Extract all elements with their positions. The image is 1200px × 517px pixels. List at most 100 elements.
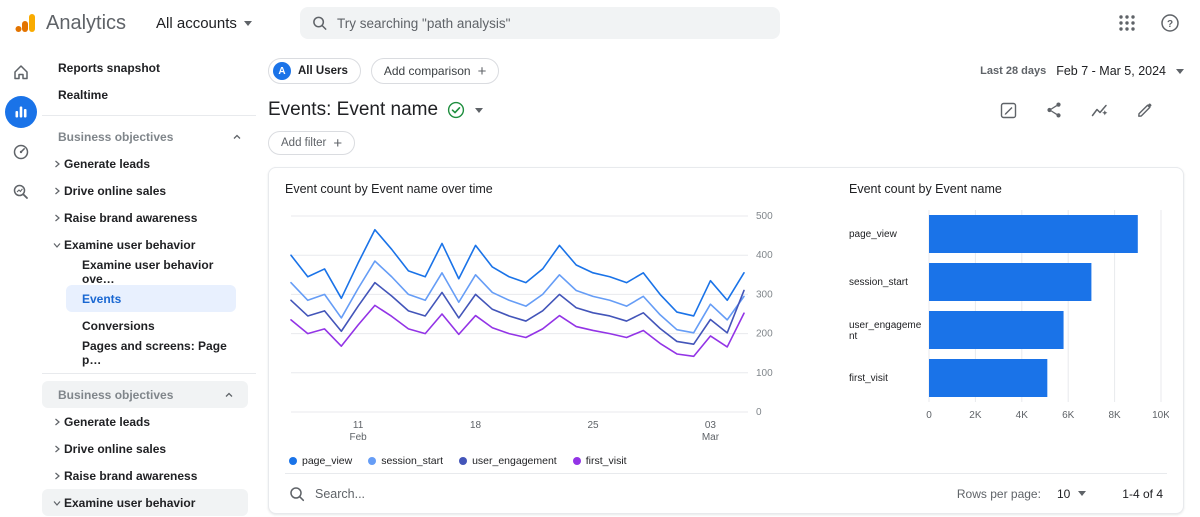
page-title[interactable]: Events: Event name <box>268 99 438 121</box>
chevron-down-icon <box>1176 68 1184 74</box>
svg-text:4K: 4K <box>1016 410 1029 421</box>
legend-dot-icon <box>289 457 297 465</box>
sidebar-item-realtime[interactable]: Realtime <box>42 81 256 108</box>
chevron-right-icon <box>49 472 64 480</box>
global-search[interactable] <box>299 7 780 39</box>
svg-text:400: 400 <box>756 250 773 261</box>
sidebar-item-examine-user-behavior-overview[interactable]: Examine user behavior ove… <box>66 258 236 286</box>
reports-sidebar: Reports snapshot Realtime Business objec… <box>42 46 256 517</box>
add-comparison-button[interactable]: Add comparison + <box>370 58 500 84</box>
divider <box>42 115 256 116</box>
svg-text:session_start: session_start <box>849 277 908 288</box>
edit-icon[interactable] <box>1136 101 1154 119</box>
chevron-down-icon <box>49 499 64 507</box>
pagination-range: 1-4 of 4 <box>1122 486 1163 501</box>
main-content: A All Users Add comparison + Last 28 day… <box>256 46 1200 517</box>
global-search-input[interactable] <box>337 15 768 31</box>
svg-text:300: 300 <box>756 289 773 300</box>
chevron-down-icon <box>243 20 252 26</box>
sidebar-section-business-objectives[interactable]: Business objectives <box>42 123 256 150</box>
line-chart: 0 100 200 300 400 500 11Feb 18 25 03Mar <box>290 211 773 443</box>
sidebar-item-reports-snapshot[interactable]: Reports snapshot <box>42 54 256 81</box>
chevron-down-icon <box>49 241 64 249</box>
plus-icon: + <box>333 134 343 152</box>
svg-text:8K: 8K <box>1108 410 1121 421</box>
sidebar-section-business-objectives-2[interactable]: Business objectives <box>42 381 248 408</box>
chevron-right-icon <box>49 160 64 168</box>
chevron-down-icon <box>1078 491 1087 496</box>
svg-text:2K: 2K <box>969 410 982 421</box>
sidebar-item-conversions[interactable]: Conversions <box>66 312 236 339</box>
apps-grid-icon[interactable] <box>1118 14 1136 32</box>
table-search[interactable] <box>289 486 957 502</box>
svg-text:page_view: page_view <box>849 229 898 240</box>
help-icon[interactable]: ? <box>1160 13 1180 33</box>
advertising-icon[interactable] <box>5 136 37 168</box>
legend-dot-icon <box>459 457 468 465</box>
line-chart-title: Event count by Event name over time <box>285 182 493 196</box>
sidebar-item-pages-and-screens[interactable]: Pages and screens: Page p… <box>66 339 236 367</box>
chevron-up-icon <box>225 392 233 397</box>
svg-text:user_engagement: user_engageme nt <box>849 320 922 342</box>
sidebar-item-events[interactable]: Events <box>66 285 236 312</box>
account-selector[interactable]: All accounts <box>156 15 252 32</box>
line-chart-legend: page_view session_start user_engagement fir… <box>285 455 825 467</box>
legend-item: user_engagement <box>459 455 557 467</box>
svg-text:10K: 10K <box>1152 410 1169 421</box>
segment-chip-all-users[interactable]: A All Users <box>268 58 361 84</box>
divider <box>42 373 256 374</box>
svg-text:Mar: Mar <box>702 432 720 443</box>
segment-avatar: A <box>273 62 291 80</box>
legend-dot-icon <box>368 457 377 465</box>
svg-text:0: 0 <box>926 410 932 421</box>
svg-text:25: 25 <box>587 420 599 431</box>
brand-title: Analytics <box>46 11 127 34</box>
sidebar-item-generate-leads[interactable]: Generate leads <box>42 150 256 177</box>
reports-icon[interactable] <box>5 96 37 128</box>
chevron-up-icon <box>233 134 241 139</box>
svg-text:Feb: Feb <box>349 432 367 443</box>
svg-text:03: 03 <box>705 420 717 431</box>
svg-text:18: 18 <box>470 420 482 431</box>
rows-per-page-select[interactable]: 10 <box>1057 487 1087 501</box>
svg-text:500: 500 <box>756 211 773 222</box>
svg-text:first_visit: first_visit <box>849 373 888 384</box>
legend-dot-icon <box>572 457 581 465</box>
check-circle-icon <box>447 101 465 119</box>
svg-text:0: 0 <box>756 407 762 418</box>
nav-rail <box>0 46 42 517</box>
table-toolbar: Rows per page: 10 1-4 of 4 <box>285 473 1167 513</box>
bar-chart-title: Event count by Event name <box>849 182 1002 196</box>
home-icon[interactable] <box>5 56 37 88</box>
chevron-right-icon <box>49 214 64 222</box>
search-icon <box>290 486 305 501</box>
date-range-selector[interactable]: Last 28 days Feb 7 - Mar 5, 2024 <box>980 64 1184 78</box>
sidebar-item-generate-leads-2[interactable]: Generate leads <box>42 408 256 435</box>
add-filter-button[interactable]: Add filter + <box>268 131 356 155</box>
share-icon[interactable] <box>1045 101 1063 119</box>
legend-item: page_view <box>289 455 352 467</box>
sidebar-item-raise-brand-awareness-2[interactable]: Raise brand awareness <box>42 462 256 489</box>
sidebar-item-drive-online-sales-2[interactable]: Drive online sales <box>42 435 256 462</box>
sidebar-item-drive-online-sales[interactable]: Drive online sales <box>42 177 256 204</box>
explore-icon[interactable] <box>5 176 37 208</box>
chevron-right-icon <box>49 418 64 426</box>
chevron-right-icon <box>49 187 64 195</box>
sidebar-item-examine-user-behavior[interactable]: Examine user behavior <box>42 231 256 258</box>
customize-chart-icon[interactable] <box>999 101 1018 120</box>
svg-text:6K: 6K <box>1062 410 1075 421</box>
svg-text:11: 11 <box>353 420 364 431</box>
legend-item: first_visit <box>572 455 627 467</box>
chevron-down-icon[interactable] <box>475 107 484 113</box>
bar-chart: 0 2K 4K 6K 8K 10K page_view session_start user_e… <box>849 210 1170 421</box>
legend-item: session_start <box>368 455 443 467</box>
svg-text:200: 200 <box>756 329 773 340</box>
svg-text:?: ? <box>1167 19 1173 30</box>
chevron-right-icon <box>49 445 64 453</box>
svg-text:100: 100 <box>756 368 773 379</box>
sidebar-item-raise-brand-awareness[interactable]: Raise brand awareness <box>42 204 256 231</box>
insights-icon[interactable] <box>1090 101 1109 120</box>
table-search-input[interactable] <box>315 486 535 501</box>
analytics-logo-icon[interactable] <box>14 11 38 35</box>
sidebar-item-examine-user-behavior-2[interactable]: Examine user behavior <box>42 489 248 516</box>
